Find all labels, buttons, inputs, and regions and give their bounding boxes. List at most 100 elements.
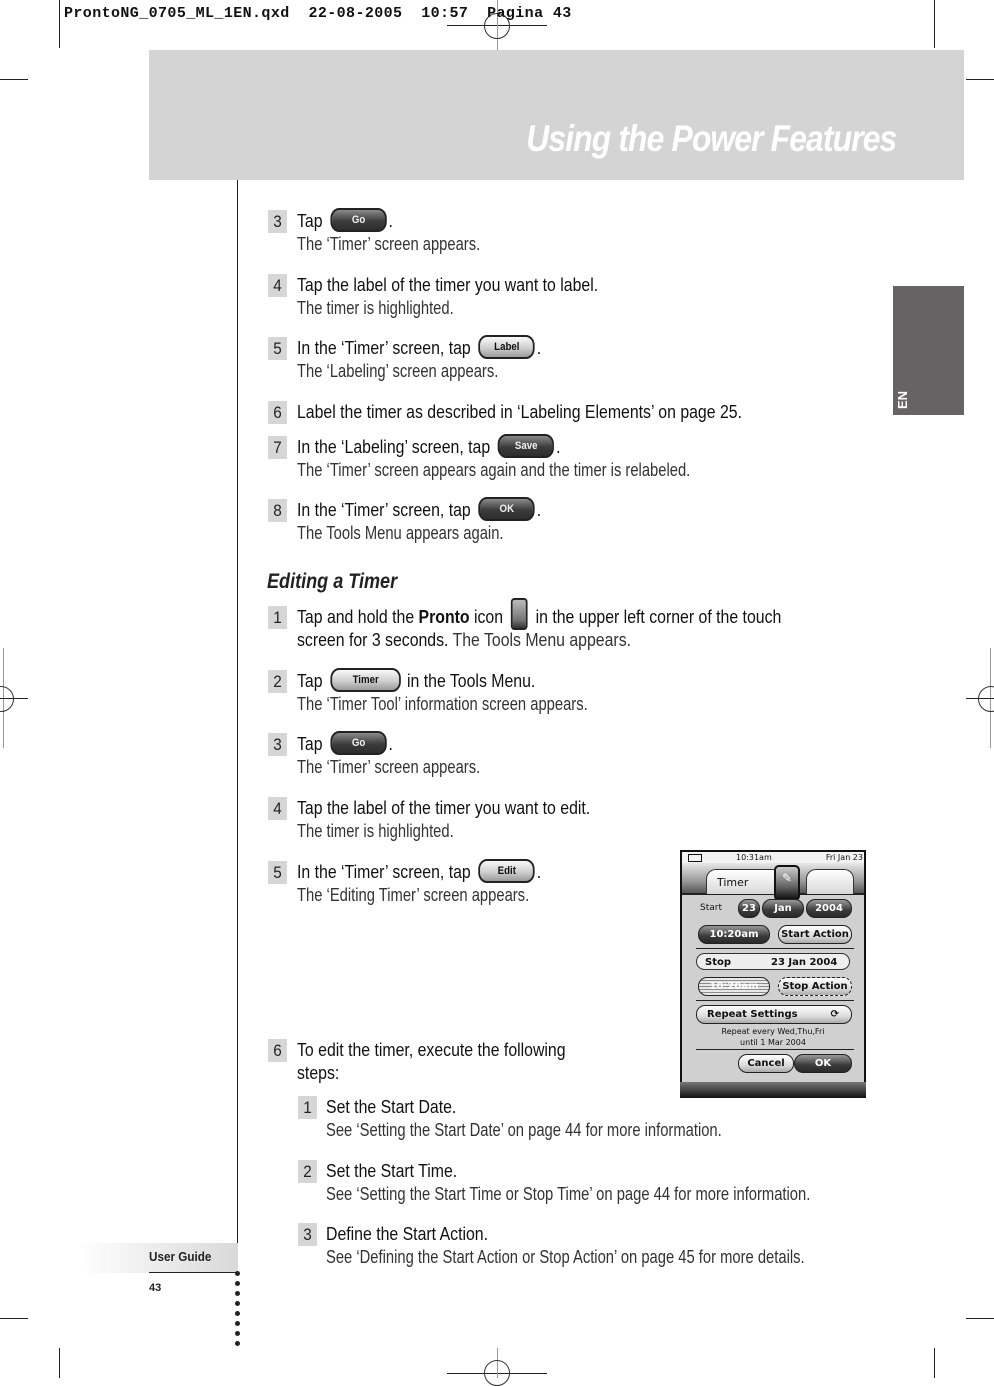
substep-title: Define the Start Action. [326, 1224, 489, 1244]
step-text: In the ‘Labeling’ screen, tap [297, 437, 495, 457]
ok-button[interactable]: OK [794, 1054, 852, 1073]
crop-mark [0, 1318, 28, 1319]
section-title: Editing a Timer [267, 570, 398, 593]
edit-button-image: Edit [478, 859, 535, 884]
stop-date: 23 Jan 2004 [771, 957, 838, 968]
step-number: 6 [268, 1039, 287, 1062]
crop-mark [0, 79, 28, 80]
step-number: 3 [298, 1223, 317, 1246]
status-bar: 10:31am Fri Jan 23 [682, 852, 864, 863]
column-rule [237, 180, 238, 1272]
step-number: 8 [268, 499, 287, 522]
step-text: In the ‘Timer’ screen, tap [297, 500, 476, 520]
tab-bar: Timer ✎ [682, 863, 864, 901]
language-label: EN [895, 390, 910, 409]
device-screenshot: 10:31am Fri Jan 23 Timer ✎ Start 23 Jan … [680, 850, 866, 1098]
step-result: The ‘Timer’ screen appears. [297, 234, 481, 254]
step-instruction: In the ‘Timer’ screen, tap Label. [297, 335, 542, 360]
step-number: 4 [268, 797, 287, 820]
step-text: Tap [297, 671, 327, 691]
print-slug: ProntoNG_0705_ML_1EN.qxd 22-08-2005 10:5… [64, 5, 572, 22]
start-year-button[interactable]: 2004 [806, 899, 852, 918]
step-result-text: The Tools Menu appears. [452, 630, 632, 650]
step-text: screen for 3 seconds. [297, 630, 453, 650]
registration-mark [0, 686, 14, 712]
step-instruction: Tap Go. [297, 208, 393, 233]
stop-time-button[interactable]: 10:20am [698, 977, 770, 996]
step-text: in the upper left corner of the touch [531, 607, 782, 627]
step-result: The Tools Menu appears again. [297, 523, 504, 543]
tab-empty[interactable] [806, 869, 854, 894]
footer-rule [149, 1272, 238, 1273]
label-button-image: Label [478, 335, 535, 360]
step-text: . [536, 338, 542, 358]
repeat-label: Repeat Settings [707, 1009, 798, 1020]
device-screen: 10:31am Fri Jan 23 Timer ✎ Start 23 Jan … [682, 852, 864, 1082]
cancel-button[interactable]: Cancel [738, 1054, 794, 1073]
start-time-button[interactable]: 10:20am [698, 925, 770, 944]
repeat-summary-2: until 1 Mar 2004 [740, 1038, 806, 1047]
step-result: The timer is highlighted. [297, 821, 454, 841]
page-number: 43 [149, 1282, 162, 1294]
substep-reference: See ‘Setting the Start Date’ on page 44 … [326, 1120, 722, 1140]
step-number: 2 [298, 1160, 317, 1183]
start-day-button[interactable]: 23 [738, 899, 760, 918]
substep-reference: See ‘Setting the Start Time or Stop Time… [326, 1184, 811, 1204]
tab-timer[interactable]: Timer [706, 869, 782, 894]
start-action-button[interactable]: Start Action [778, 925, 852, 944]
substep-title: Set the Start Date. [326, 1097, 457, 1117]
header-band [149, 50, 964, 180]
status-time: 10:31am [736, 853, 772, 862]
step-instruction: In the ‘Timer’ screen, tap Edit. [297, 859, 542, 884]
divider [696, 1000, 854, 1001]
crop-mark [966, 79, 994, 80]
step-text: icon [469, 607, 508, 627]
step-instruction: In the ‘Timer’ screen, tap OK. [297, 497, 541, 522]
footer-label: User Guide [149, 1249, 212, 1264]
wrench-icon[interactable]: ✎ [774, 865, 800, 901]
step-text: Tap [297, 211, 327, 231]
page-title: Using the Power Features [525, 118, 897, 159]
step-result: The ‘Timer Tool’ information screen appe… [297, 694, 588, 714]
step-number: 1 [268, 606, 287, 629]
step-number: 5 [268, 861, 287, 884]
step-number: 6 [268, 401, 287, 424]
stop-button[interactable]: Stop 23 Jan 2004 [696, 953, 850, 970]
step-number: 3 [268, 210, 287, 233]
repeat-summary-1: Repeat every Wed,Thu,Fri [721, 1027, 825, 1036]
crop-mark [59, 0, 60, 48]
step-instruction: In the ‘Labeling’ screen, tap Save. [297, 434, 561, 459]
step-number: 1 [298, 1096, 317, 1119]
step-text: . [556, 437, 561, 457]
crop-mark [934, 1348, 935, 1378]
step-result: The ‘Timer’ screen appears. [297, 757, 481, 777]
step-text: Label the timer as described in ‘Labelin… [297, 402, 742, 422]
step-text: in the Tools Menu. [402, 671, 536, 691]
go-button-image: Go [330, 208, 387, 233]
step-instruction: To edit the timer, execute the following [297, 1039, 566, 1062]
timer-button-image: Timer [330, 668, 401, 693]
step-text: Tap and hold the [297, 607, 419, 627]
start-label: Start [700, 903, 722, 913]
step-number: 4 [268, 274, 287, 297]
repeat-settings-button[interactable]: Repeat Settings ⟳ [696, 1005, 852, 1024]
stop-action-button[interactable]: Stop Action [778, 977, 852, 996]
save-button-image: Save [498, 434, 555, 459]
divider [696, 1049, 854, 1050]
registration-mark [978, 686, 994, 712]
step-result: The timer is highlighted. [297, 298, 454, 318]
language-tab: EN [893, 286, 964, 415]
step-text: . [536, 862, 542, 882]
ok-button-image: OK [478, 497, 535, 522]
crop-mark [966, 1318, 994, 1319]
repeat-icon: ⟳ [830, 1009, 839, 1020]
stop-label: Stop [705, 957, 732, 968]
crop-mark [59, 1348, 60, 1378]
step-instruction: Tap the label of the timer you want to l… [297, 274, 598, 297]
go-button-image: Go [330, 731, 387, 756]
start-month-button[interactable]: Jan [762, 899, 804, 918]
step-text: In the ‘Timer’ screen, tap [297, 338, 476, 358]
device-bottom-bar [680, 1082, 866, 1098]
step-result: The ‘Editing Timer’ screen appears. [297, 885, 530, 905]
step-text: . [388, 211, 393, 231]
